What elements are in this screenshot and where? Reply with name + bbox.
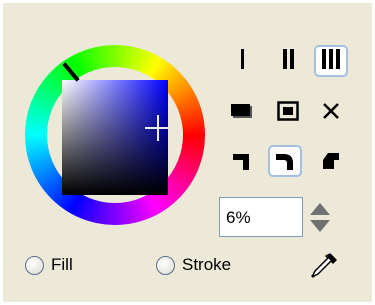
square-corner-button[interactable] xyxy=(225,145,259,177)
square-corner-icon xyxy=(233,154,249,170)
eyedropper-icon xyxy=(311,253,337,278)
crosshair-cursor-icon[interactable] xyxy=(145,115,171,141)
medium-line-icon xyxy=(281,48,295,74)
fill-label: Fill xyxy=(51,255,73,274)
stroke-radio[interactable] xyxy=(156,255,175,275)
thin-line-icon xyxy=(239,48,245,74)
opacity-field[interactable]: 6% xyxy=(219,197,303,237)
fill-option[interactable]: Fill xyxy=(25,255,73,275)
medium-line-button[interactable] xyxy=(271,45,305,77)
eyedropper-button[interactable] xyxy=(309,251,339,281)
stroke-option[interactable]: Stroke xyxy=(156,255,231,275)
thick-line-button[interactable] xyxy=(314,45,348,77)
framed-fill-button[interactable] xyxy=(271,95,305,127)
spin-down-icon[interactable] xyxy=(310,220,330,232)
round-corner-button[interactable] xyxy=(268,145,302,177)
framed-fill-icon xyxy=(277,101,299,121)
no-fill-button[interactable] xyxy=(314,95,348,127)
stroke-label: Stroke xyxy=(182,255,232,274)
color-wheel[interactable] xyxy=(25,45,205,225)
opacity-spinner[interactable] xyxy=(307,201,333,235)
shadow-fill-icon xyxy=(231,104,252,118)
thin-line-button[interactable] xyxy=(225,45,259,77)
fill-radio[interactable] xyxy=(25,255,44,275)
no-fill-icon xyxy=(323,103,339,119)
bevel-corner-icon xyxy=(323,153,339,169)
color-stroke-panel: 6% Fill Stroke xyxy=(3,3,372,302)
round-corner-icon xyxy=(276,154,293,170)
bevel-corner-button[interactable] xyxy=(314,145,348,177)
shadow-fill-button[interactable] xyxy=(225,95,259,127)
spin-up-icon[interactable] xyxy=(310,203,330,215)
thick-line-icon xyxy=(321,48,342,74)
